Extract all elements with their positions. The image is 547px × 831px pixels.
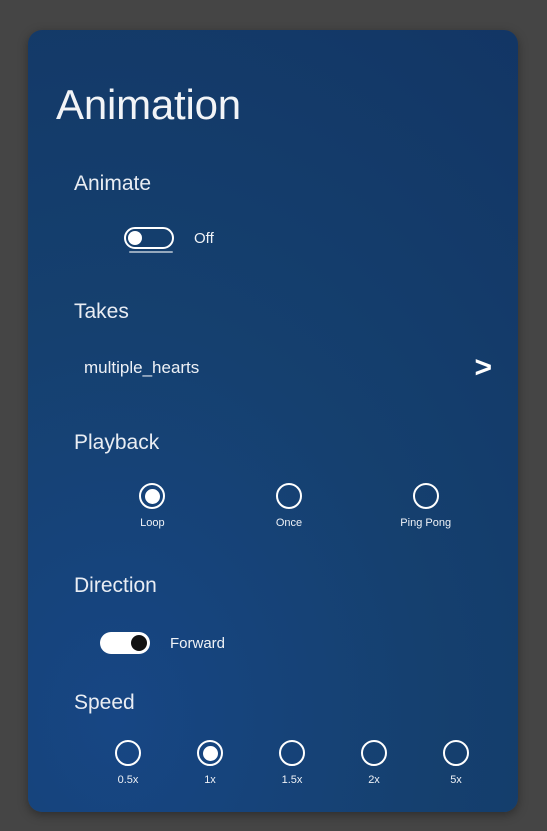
radio-dot bbox=[144, 488, 160, 504]
radio-unselected-icon[interactable] bbox=[276, 483, 302, 509]
radio-unselected-icon[interactable] bbox=[412, 483, 439, 509]
section-label-speed: Speed bbox=[74, 691, 135, 714]
speed-option-label: 1.5x bbox=[281, 774, 303, 786]
playback-option-label: Once bbox=[275, 517, 303, 529]
playback-option-loop[interactable]: Loop bbox=[84, 483, 221, 529]
radio-dot bbox=[202, 745, 218, 761]
speed-option-label: 0.5x bbox=[117, 774, 139, 786]
speed-option-5x[interactable]: 5x bbox=[415, 740, 497, 786]
speed-option-label: 2x bbox=[368, 774, 380, 786]
chevron-right-icon[interactable]: > bbox=[474, 353, 492, 383]
animate-toggle-underline bbox=[129, 251, 173, 253]
takes-selector-row[interactable]: multiple_hearts > bbox=[84, 352, 494, 384]
direction-toggle-knob bbox=[131, 635, 147, 651]
screen-root: Animation Animate Off Takes multiple_hea… bbox=[0, 0, 547, 831]
playback-option-once[interactable]: Once bbox=[221, 483, 358, 529]
speed-option-2x[interactable]: 2x bbox=[333, 740, 415, 786]
section-label-takes: Takes bbox=[74, 300, 129, 323]
playback-radio-group: Loop Once Ping Pong bbox=[84, 483, 494, 529]
speed-option-1x[interactable]: 1x bbox=[169, 740, 251, 786]
playback-option-label: Loop bbox=[140, 517, 165, 529]
speed-option-label: 5x bbox=[450, 774, 462, 786]
speed-option-1-5x[interactable]: 1.5x bbox=[251, 740, 333, 786]
animate-toggle-knob bbox=[128, 231, 142, 245]
direction-toggle[interactable] bbox=[100, 632, 150, 654]
playback-option-ping-pong[interactable]: Ping Pong bbox=[357, 483, 494, 529]
radio-unselected-icon[interactable] bbox=[443, 740, 469, 766]
radio-unselected-icon[interactable] bbox=[115, 740, 141, 766]
takes-selected-value: multiple_hearts bbox=[84, 358, 200, 377]
radio-selected-icon[interactable] bbox=[197, 740, 223, 766]
radio-unselected-icon[interactable] bbox=[361, 740, 387, 766]
speed-option-0-5x[interactable]: 0.5x bbox=[87, 740, 169, 786]
animate-toggle[interactable] bbox=[124, 227, 174, 253]
direction-toggle-value: Forward bbox=[170, 634, 226, 652]
playback-option-label: Ping Pong bbox=[400, 517, 452, 529]
speed-option-label: 1x bbox=[204, 774, 216, 786]
animation-settings-panel: Animation Animate Off Takes multiple_hea… bbox=[28, 30, 518, 812]
section-label-playback: Playback bbox=[74, 431, 160, 454]
section-label-direction: Direction bbox=[74, 574, 157, 597]
page-title: Animation bbox=[56, 81, 241, 128]
animate-toggle-value: Off bbox=[194, 229, 214, 247]
animate-toggle-row: Off bbox=[124, 227, 214, 253]
section-label-animate: Animate bbox=[74, 172, 152, 195]
speed-radio-group: 0.5x 1x 1.5x 2x 5x bbox=[87, 740, 497, 786]
direction-toggle-row: Forward bbox=[100, 632, 225, 654]
radio-selected-icon[interactable] bbox=[139, 483, 166, 509]
radio-unselected-icon[interactable] bbox=[279, 740, 305, 766]
